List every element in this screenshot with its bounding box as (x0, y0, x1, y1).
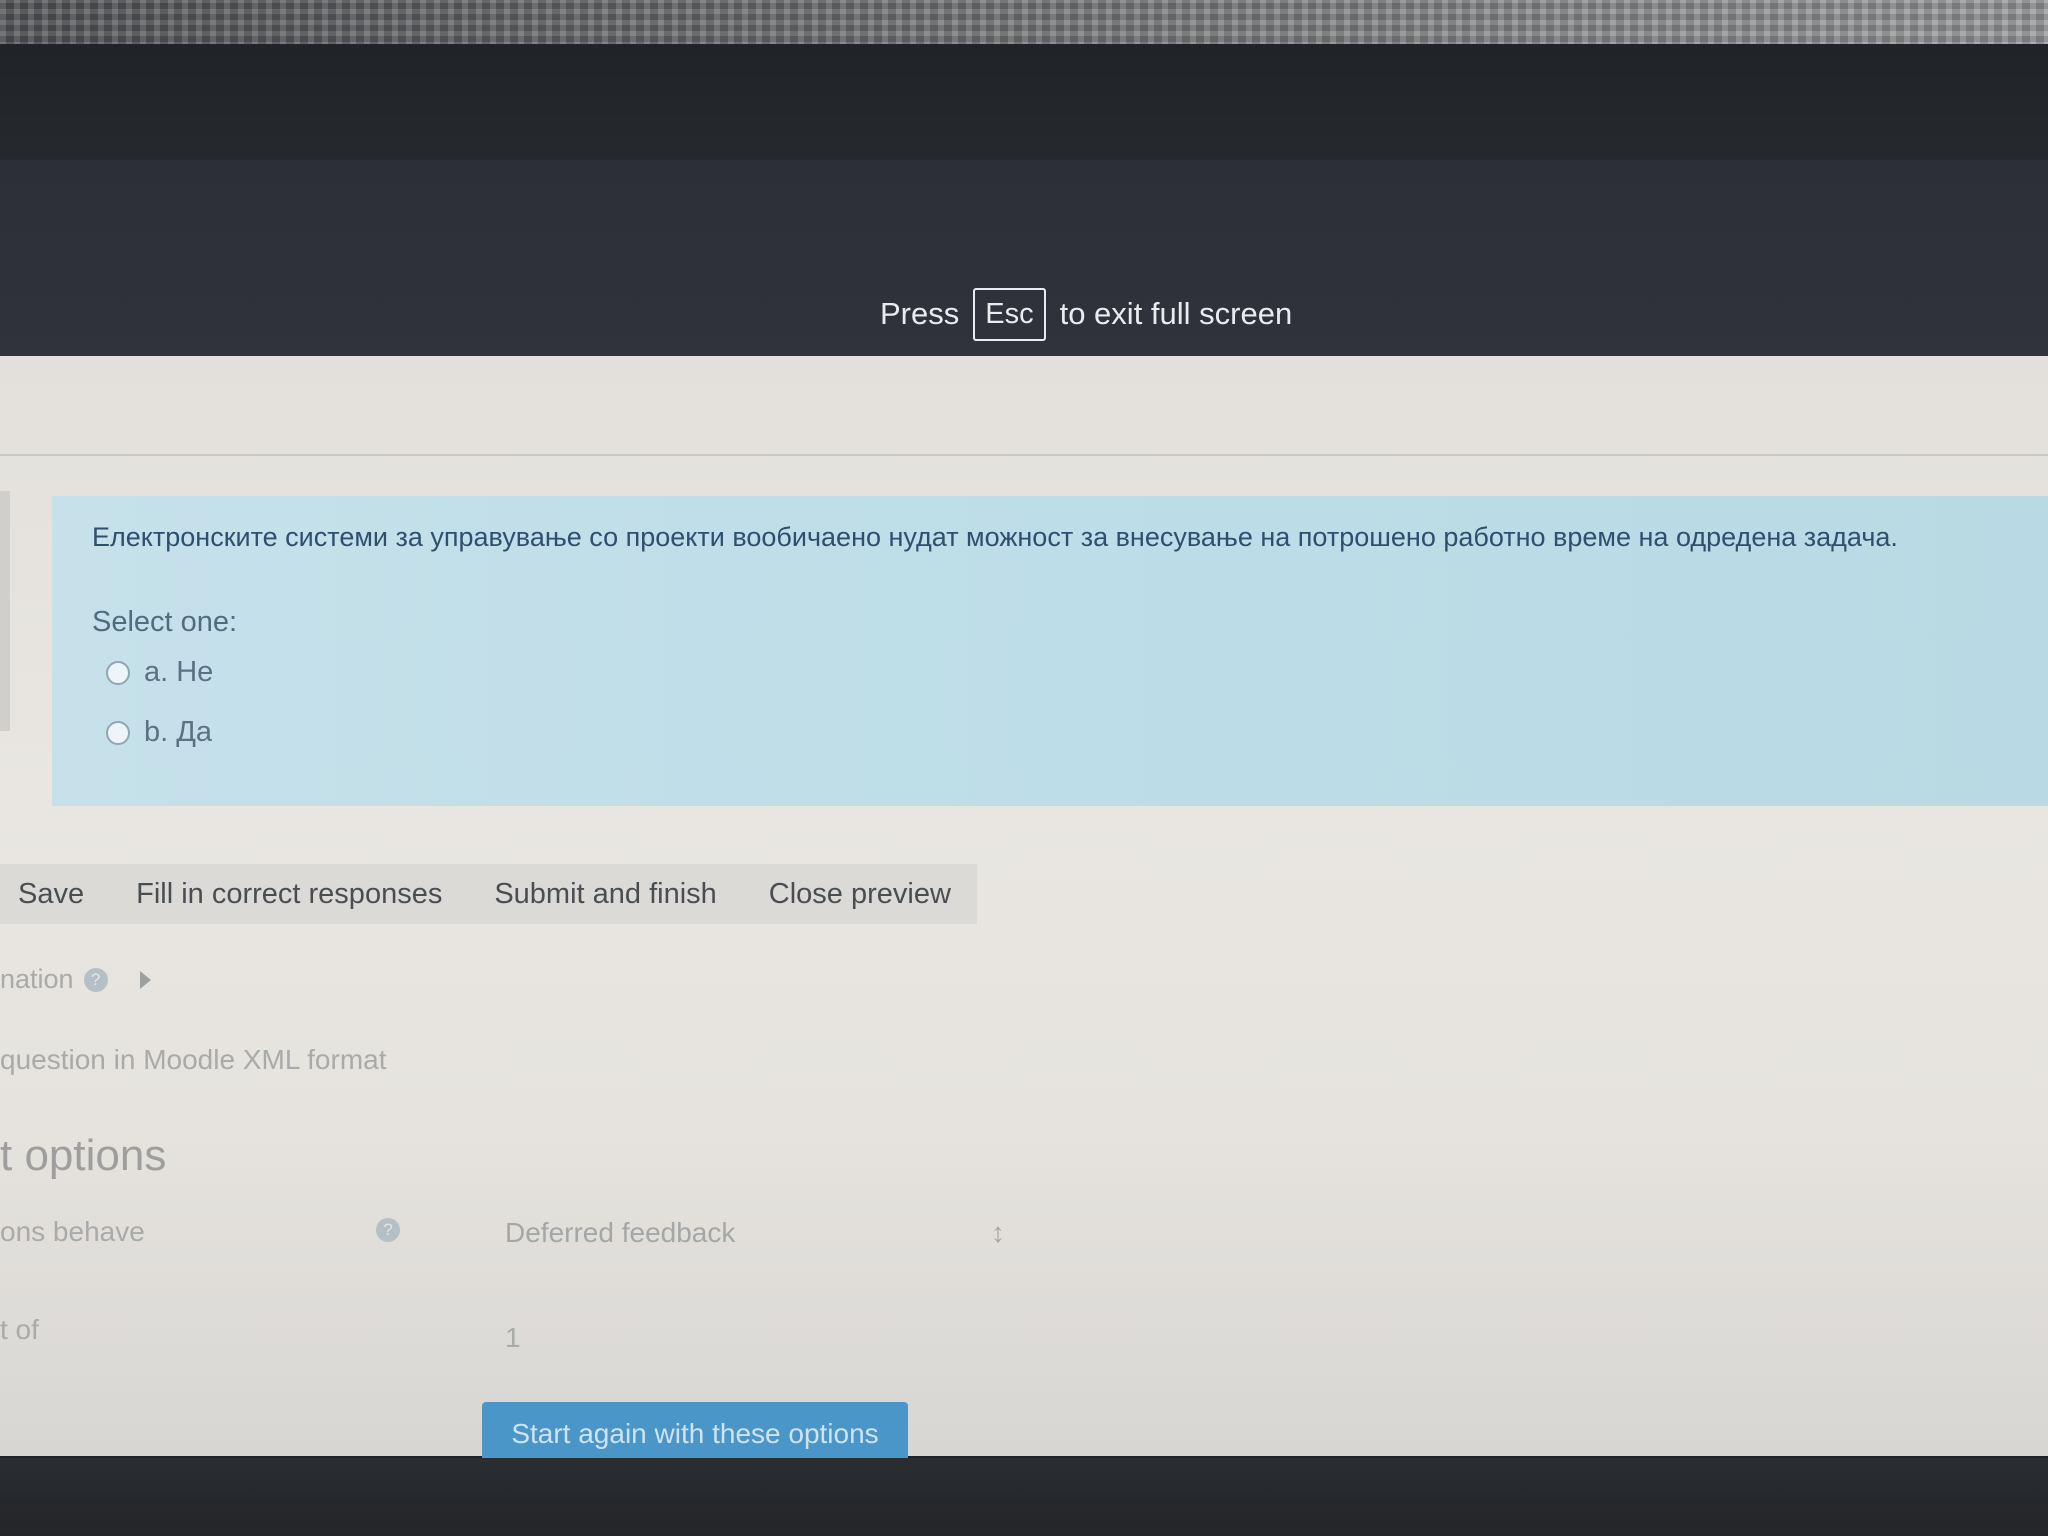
behaviour-label: ons behave (0, 1216, 145, 1247)
submit-finish-button[interactable]: Submit and finish (468, 864, 742, 924)
radio-a[interactable] (106, 660, 130, 685)
question-text: Електронските системи за управување со п… (92, 522, 1898, 552)
option-a-label: a. Не (144, 656, 214, 688)
behaviour-select[interactable]: Deferred feedback ↕ (505, 1206, 1005, 1260)
triangle-right-icon[interactable] (139, 970, 151, 989)
monitor-bottom-edge (0, 1458, 2048, 1536)
preview-actions: Save Fill in correct responses Submit an… (0, 864, 977, 924)
help-icon[interactable]: ? (83, 967, 108, 992)
quiz-preview-page: Електронските системи за управување со п… (0, 356, 2048, 1466)
divider (0, 454, 2048, 456)
question-info-strip (0, 491, 10, 731)
close-preview-button[interactable]: Close preview (743, 864, 977, 924)
options-heading: t options (0, 1131, 167, 1180)
behaviour-value: Deferred feedback (505, 1217, 736, 1248)
question-box: Електронските системи за управување со п… (52, 496, 2048, 806)
marked-out-of-label: t of (0, 1314, 39, 1345)
select-arrows-icon: ↕ (991, 1217, 1005, 1248)
radio-b[interactable] (106, 720, 130, 745)
fullscreen-notice: Press Esc to exit full screen (880, 282, 1292, 346)
answer-option-b[interactable]: b. Да (106, 716, 212, 749)
export-xml-link[interactable]: question in Moodle XML format (0, 1044, 387, 1076)
start-again-button[interactable]: Start again with these options (482, 1402, 908, 1466)
marked-out-of-value[interactable]: 1 (505, 1322, 521, 1354)
select-one-prompt: Select one: (92, 606, 238, 638)
option-b-label: b. Да (144, 716, 213, 748)
fill-correct-button[interactable]: Fill in correct responses (110, 864, 468, 924)
help-icon[interactable]: ? (376, 1218, 400, 1242)
save-button[interactable]: Save (0, 864, 110, 924)
notice-press: Press (880, 296, 960, 331)
esc-key: Esc (973, 287, 1046, 341)
information-label: nation (0, 964, 74, 994)
notice-message: to exit full screen (1059, 296, 1293, 331)
answer-option-a[interactable]: a. Не (106, 656, 213, 689)
information-toggle[interactable]: nation ? (0, 964, 151, 995)
